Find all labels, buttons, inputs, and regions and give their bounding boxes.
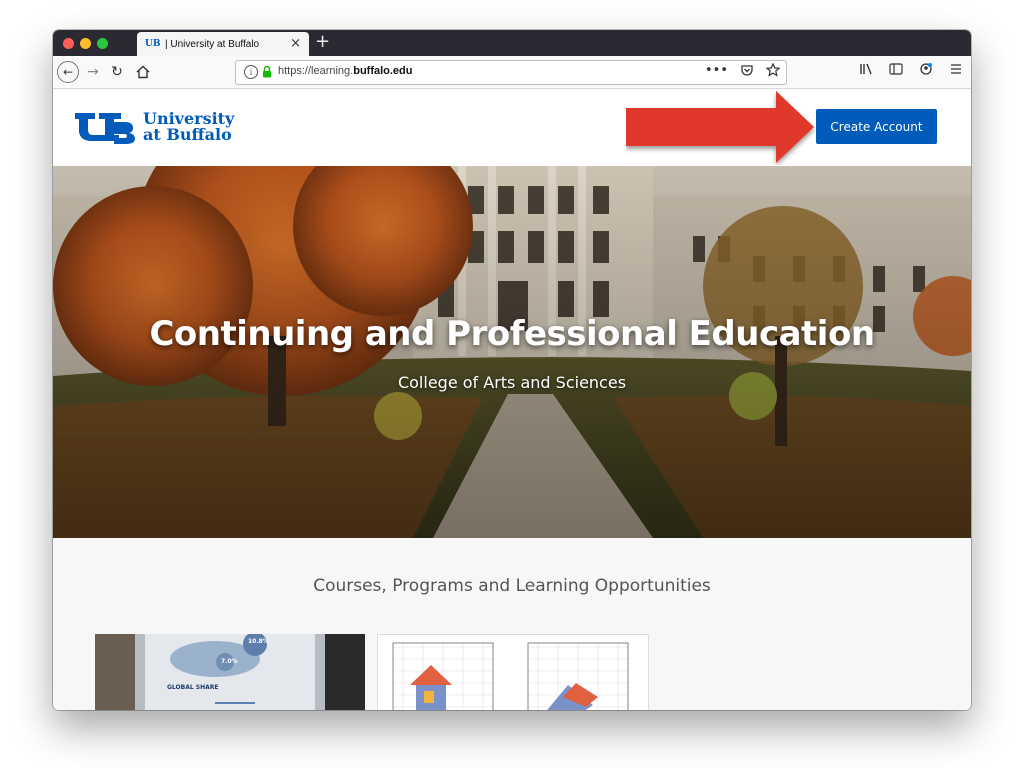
new-tab-button[interactable]: +: [315, 31, 330, 52]
site-info-icon[interactable]: i: [244, 65, 258, 79]
red-pointer-arrow-icon: [626, 91, 814, 163]
hero-banner: Continuing and Professional Education Co…: [53, 166, 971, 538]
tab-close-icon[interactable]: ×: [290, 36, 301, 51]
site-header: University at Buffalo Create Account: [53, 89, 971, 167]
ub-logo[interactable]: University at Buffalo: [75, 110, 234, 144]
courses-section: Courses, Programs and Learning Opportuni…: [53, 538, 971, 710]
browser-window: UB | University at Buffalo × + ← → ↻ i h…: [53, 30, 971, 710]
ub-favicon-icon: UB: [145, 39, 161, 49]
library-icon[interactable]: [859, 63, 873, 75]
url-text: https://learning.buffalo.edu: [278, 65, 413, 77]
hero-subtitle: College of Arts and Sciences: [397, 373, 627, 392]
courses-heading: Courses, Programs and Learning Opportuni…: [313, 576, 711, 596]
bookmark-star-icon[interactable]: [766, 63, 780, 77]
lock-icon: [263, 65, 271, 78]
card-1-label: GLOBAL SHARE: [167, 684, 219, 691]
logo-line-2: at Buffalo: [143, 125, 232, 144]
account-icon[interactable]: [919, 63, 933, 75]
logo-wordmark: University at Buffalo: [139, 111, 234, 143]
forward-button[interactable]: →: [85, 62, 101, 82]
home-icon: [136, 65, 150, 79]
close-window-button[interactable]: [63, 38, 74, 49]
hero-title: Continuing and Professional Education: [149, 314, 875, 354]
toolbar-icons: [859, 63, 963, 75]
menu-icon[interactable]: [949, 63, 963, 75]
tab-title: | University at Buffalo: [165, 38, 260, 50]
course-card-2-image: [378, 635, 648, 710]
minimize-window-button[interactable]: [80, 38, 91, 49]
course-card-1[interactable]: 10.8% 7.0% GLOBAL SHARE: [95, 634, 365, 710]
home-button[interactable]: [135, 62, 151, 82]
card-1-badge-2: 7.0%: [221, 658, 238, 665]
pocket-icon[interactable]: [740, 63, 754, 77]
create-account-button[interactable]: Create Account: [816, 109, 937, 144]
tab-bar: UB | University at Buffalo × +: [53, 30, 971, 56]
course-card-1-image: [95, 634, 365, 710]
course-card-2[interactable]: [377, 634, 649, 710]
card-1-badge-1: 10.8%: [248, 638, 269, 645]
page-actions-icon[interactable]: •••: [705, 63, 728, 78]
ub-logo-mark-icon: [75, 113, 135, 144]
reload-button[interactable]: ↻: [109, 62, 125, 82]
address-bar[interactable]: i https://learning.buffalo.edu •••: [235, 60, 787, 85]
sidebar-icon[interactable]: [889, 63, 903, 75]
url-actions: •••: [705, 63, 780, 78]
zoom-window-button[interactable]: [97, 38, 108, 49]
web-page: University at Buffalo Create Account Con…: [53, 89, 971, 710]
back-button[interactable]: ←: [57, 61, 79, 83]
browser-tab[interactable]: UB | University at Buffalo ×: [137, 32, 309, 56]
navigation-toolbar: ← → ↻ i https://learning.buffalo.edu •••: [53, 56, 971, 89]
